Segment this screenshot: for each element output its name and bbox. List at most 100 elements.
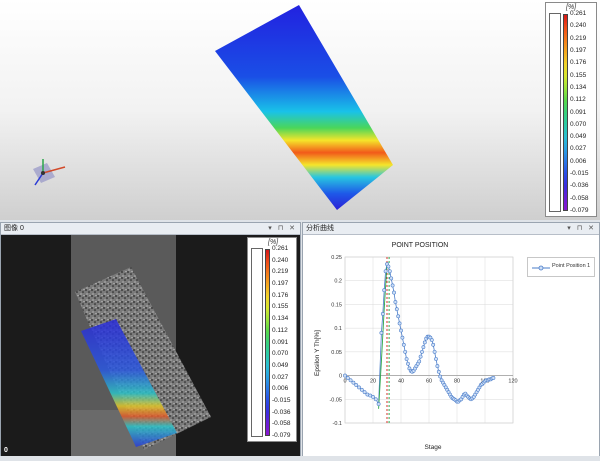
chart-data-point	[351, 380, 356, 385]
colorscale-label: 0.091	[570, 108, 587, 116]
chart-data-point	[394, 307, 399, 312]
colorscale-bar	[265, 249, 270, 436]
chart-series	[343, 262, 496, 409]
chart-data-point	[491, 376, 496, 380]
specimen-3d-view	[215, 5, 393, 210]
camera-index-label: 0	[4, 447, 8, 454]
3d-viewport[interactable]: [%] 0.261 0.240 0.219 0.197 0.176 0.155 0.134 0.…	[0, 0, 600, 220]
colorscale-label: 0.134	[570, 83, 587, 91]
chart-data-point	[371, 395, 375, 399]
chart-series-highlight-line	[378, 264, 388, 409]
chart-data-point	[386, 264, 391, 269]
legend-series-name: Point Position 1	[552, 263, 591, 269]
chart-stage-markers	[386, 257, 390, 423]
colorscale-label: 0.176	[272, 291, 289, 299]
colorscale-label: 0.197	[570, 46, 587, 54]
chart-y-tick-label: 0.15	[331, 302, 342, 308]
chart-x-tick-label: 0	[343, 379, 346, 385]
image-panel-header: 图像 0 ▾ ⊓ ✕	[1, 223, 300, 235]
chart-data-point	[396, 314, 401, 319]
analysis-window-controls[interactable]: ▾ ⊓ ✕	[567, 223, 596, 235]
analysis-chart[interactable]: POINT POSITION Stage Epsilon Y Th[%] -0.…	[303, 235, 599, 456]
colorscale-histogram	[251, 248, 263, 437]
colorscale-histogram	[549, 13, 561, 212]
chart-data-point	[343, 373, 347, 378]
chart-data-point	[434, 357, 438, 361]
chart-data-point	[376, 402, 381, 406]
chart-y-tick-label: -0.1	[333, 421, 342, 427]
chart-data-point	[404, 357, 409, 361]
colorscale-label: 0.155	[570, 71, 587, 79]
chart-x-tick-label: 20	[370, 379, 376, 385]
colorscale-label: 0.070	[570, 120, 587, 128]
chart-data-point	[348, 378, 353, 383]
chart-data-point	[397, 321, 402, 326]
chart-data-point	[432, 349, 437, 354]
chart-data-point	[357, 385, 361, 390]
colorscale-label: 0.261	[570, 10, 587, 17]
colorscale-bar	[563, 14, 568, 211]
chart-series-line	[344, 262, 494, 406]
colorscale-label: 0.006	[570, 157, 587, 165]
chart-data-point	[393, 300, 398, 304]
chart-x-tick-label: 120	[508, 379, 517, 385]
chart-title: POINT POSITION	[392, 242, 449, 249]
colorscale-label: -0.079	[570, 207, 589, 214]
chart-data-point	[362, 390, 367, 395]
chart-x-tick-label: 60	[426, 379, 432, 385]
colorscale-label: 0.134	[272, 315, 289, 323]
camera-image-view[interactable]: [%] 0.261 0.240 0.219 0.197 0.176 0.155 0.134 0.…	[1, 235, 300, 456]
chart-y-tick-label: 0.2	[334, 279, 342, 285]
chart-grid	[344, 256, 514, 424]
colorscale-label: 0.197	[272, 280, 289, 288]
analysis-panel-title: 分析曲线	[306, 225, 334, 232]
colorscale-label: 0.261	[272, 245, 289, 252]
chart-data-point	[431, 342, 436, 347]
chart-data-point	[345, 376, 350, 380]
colorscale-label: -0.015	[272, 396, 291, 404]
chart-data-point	[392, 290, 396, 295]
chart-data-point	[400, 335, 405, 340]
chart-data-point	[401, 342, 406, 347]
chart-data-point	[417, 359, 422, 364]
chart-y-tick-label: -0.05	[329, 397, 342, 403]
chart-x-axis-label: Stage	[425, 444, 442, 451]
chart-data-point	[382, 288, 387, 293]
axis-triad-icon	[33, 159, 66, 186]
image-panel: 图像 0 ▾ ⊓ ✕ [%] 0.261 0.240 0.219 0.197 0…	[0, 222, 301, 456]
colorscale-label: 0.112	[570, 96, 586, 104]
chart-data-point	[383, 269, 388, 274]
colorscale-label: -0.036	[272, 408, 291, 416]
chart-legend: Point Position 1	[527, 257, 595, 277]
chart-data-point	[390, 283, 395, 288]
colorscale-label: -0.079	[272, 432, 291, 439]
colorscale-label: -0.036	[570, 182, 589, 190]
chart-data-point	[359, 387, 364, 392]
image-panel-title: 图像 0	[4, 225, 24, 232]
chart-data-point	[389, 276, 394, 281]
chart-data-point	[387, 269, 392, 274]
analysis-panel-header: 分析曲线 ▾ ⊓ ✕	[303, 223, 599, 235]
colorscale-label: 0.027	[570, 145, 587, 153]
colorscale-label: 0.112	[272, 326, 288, 334]
chart-data-point	[403, 349, 408, 354]
colorscale-legend: [%] 0.261 0.240 0.219 0.197 0.176 0.155 0.134 0.…	[545, 2, 597, 217]
chart-y-tick-label: 0	[339, 374, 342, 380]
colorscale-label: 0.049	[272, 361, 289, 369]
panel-window-controls[interactable]: ▾ ⊓ ✕	[268, 223, 297, 235]
colorscale-label: 0.240	[272, 256, 289, 264]
chart-y-axis-label: Epsilon Y Th[%]	[314, 330, 321, 376]
chart-data-point	[380, 312, 385, 316]
chart-data-point	[422, 340, 427, 345]
colorscale-label: 0.049	[570, 133, 587, 141]
chart-data-point	[438, 374, 443, 379]
colorscale-label: 0.027	[272, 373, 289, 381]
chart-x-tick-label: 40	[398, 379, 404, 385]
chart-data-point	[421, 345, 426, 350]
chart-y-tick-label: 0.05	[331, 350, 342, 356]
chart-data-point	[420, 349, 424, 354]
analysis-panel: 分析曲线 ▾ ⊓ ✕ POINT POSITION Stage Epsilon …	[302, 222, 600, 456]
chart-data-point	[379, 330, 384, 335]
chart-data-point	[406, 361, 410, 366]
colorscale-label: 0.219	[272, 268, 289, 276]
